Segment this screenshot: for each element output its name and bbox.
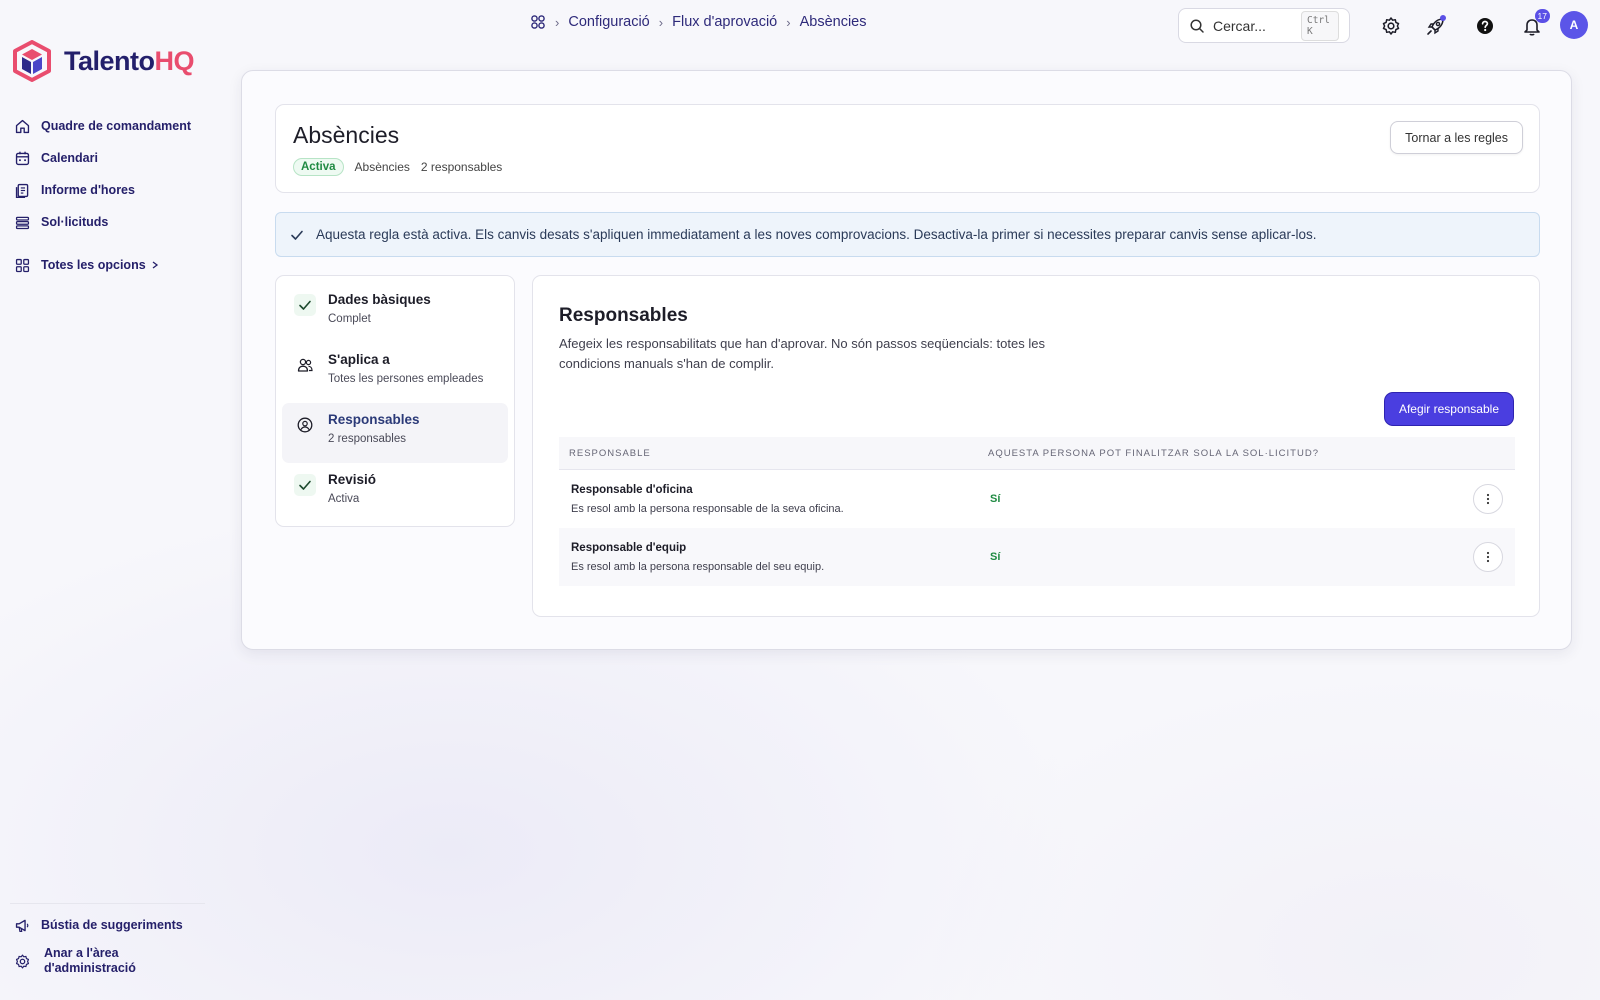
sidebar-item-label: Quadre de comandament	[41, 119, 192, 133]
sidebar-item-dashboard[interactable]: Quadre de comandament	[14, 110, 214, 142]
search-box[interactable]: Ctrl K	[1178, 8, 1350, 43]
row-description: Es resol amb la persona responsable del …	[571, 560, 825, 573]
home-icon	[14, 118, 31, 135]
row-actions-button[interactable]	[1473, 542, 1503, 572]
notifications-count-badge: 17	[1534, 9, 1550, 23]
sidebar-item-calendar[interactable]: Calendari	[14, 142, 214, 174]
breadcrumb-approval-flow[interactable]: Flux d'aprovació	[672, 14, 777, 30]
step-title: S'aplica a	[328, 352, 390, 367]
rule-header: Absències Activa Absències 2 responsable…	[275, 104, 1540, 193]
sidebar-item-label: Calendari	[41, 151, 98, 165]
sidebar-item-label: Bústia de suggeriments	[41, 918, 183, 932]
add-responsable-button[interactable]: Afegir responsable	[1384, 393, 1513, 425]
sidebar-item-admin-area[interactable]: Anar a l'àrea d'administració	[14, 946, 214, 976]
status-badge: Activa	[293, 158, 344, 176]
breadcrumb-configuration[interactable]: Configuració	[568, 14, 649, 30]
responsables-table: RESPONSABLE AQUESTA PERSONA POT FINALITZ…	[559, 437, 1515, 586]
sidebar-item-label: Informe d'hores	[41, 183, 135, 197]
sidebar-item-label: Anar a l'àrea d'administració	[44, 946, 136, 975]
chevron-right-icon: ›	[786, 14, 791, 30]
gear-icon	[14, 953, 31, 970]
onboarding-rocket-button[interactable]	[1422, 12, 1450, 40]
step-subtitle: Totes les persones empleades	[328, 373, 484, 385]
users-icon	[294, 354, 316, 376]
more-vertical-icon	[1486, 493, 1490, 505]
section-description: Afegeix les responsabilitats que han d'a…	[559, 336, 1045, 371]
sidebar-bottom-nav: Bústia de suggeriments Anar a l'àrea d'a…	[14, 910, 214, 976]
step-title: Revisió	[328, 472, 377, 487]
step-title: Dades bàsiques	[328, 292, 431, 307]
row-name: Responsable d'oficina	[571, 483, 693, 496]
chevron-right-icon	[150, 260, 160, 270]
table-header: RESPONSABLE AQUESTA PERSONA POT FINALITZ…	[559, 437, 1515, 470]
sidebar: TalentoHQ Quadre de comandament Calendar…	[0, 0, 220, 1000]
row-can-finalize: Sí	[990, 551, 1001, 563]
cube-logo-icon	[12, 40, 52, 82]
breadcrumb-current: Absències	[799, 14, 867, 30]
grid-icon	[14, 257, 31, 274]
check-icon	[290, 228, 304, 242]
step-subtitle: Complet	[328, 313, 371, 325]
list-icon	[14, 214, 31, 231]
step-responsables[interactable]: Responsables 2 responsables	[282, 403, 508, 463]
step-applies-to[interactable]: S'aplica a Totes les persones empleades	[282, 343, 508, 403]
main-panel: Absències Activa Absències 2 responsable…	[241, 70, 1572, 650]
sidebar-item-all-options[interactable]: Totes les opcions	[14, 249, 214, 281]
brand-name: TalentoHQ	[64, 45, 194, 76]
main-nav: Quadre de comandament Calendari Informe …	[14, 110, 214, 281]
check-icon	[294, 474, 316, 496]
search-icon	[1189, 18, 1205, 34]
help-button[interactable]	[1471, 12, 1499, 40]
chevron-right-icon: ›	[658, 14, 664, 30]
back-to-rules-button[interactable]: Tornar a les regles	[1390, 121, 1523, 154]
user-circle-icon	[294, 414, 316, 436]
step-subtitle: Activa	[328, 493, 360, 505]
info-banner: Aquesta regla està activa. Els canvis de…	[275, 212, 1540, 257]
row-name: Responsable d'equip	[571, 541, 687, 554]
chevron-right-icon: ›	[555, 14, 560, 30]
step-review[interactable]: Revisió Activa	[282, 463, 508, 523]
rule-meta: Activa Absències 2 responsables	[293, 158, 502, 176]
table-row: Responsable d'equip Es resol amb la pers…	[559, 528, 1515, 586]
check-icon	[294, 294, 316, 316]
rocket-badge-dot	[1440, 15, 1446, 21]
megaphone-icon	[14, 917, 31, 934]
banner-text: Aquesta regla està activa. Els canvis de…	[316, 227, 1317, 242]
sidebar-item-label: Totes les opcions	[41, 258, 146, 272]
sidebar-item-suggestions[interactable]: Bústia de suggeriments	[14, 910, 214, 940]
help-icon	[1475, 16, 1495, 36]
brand-logo[interactable]: TalentoHQ	[12, 40, 194, 82]
responsables-count: 2 responsables	[420, 160, 503, 174]
column-header-responsable: RESPONSABLE	[569, 447, 651, 459]
wizard-steps: Dades bàsiques Complet S'aplica a Totes le…	[275, 275, 515, 527]
row-can-finalize: Sí	[990, 493, 1001, 505]
step-title: Responsables	[328, 412, 420, 427]
responsables-section: Responsables Afegeix les responsabilitat…	[532, 275, 1540, 617]
report-icon	[14, 182, 31, 199]
sidebar-item-requests[interactable]: Sol·licituds	[14, 206, 214, 238]
more-vertical-icon	[1486, 551, 1490, 563]
settings-button[interactable]	[1377, 12, 1405, 40]
sidebar-item-label: Sol·licituds	[41, 215, 109, 229]
user-avatar[interactable]: A	[1560, 11, 1588, 39]
step-basic-data[interactable]: Dades bàsiques Complet	[282, 283, 508, 343]
notifications-button[interactable]: 17	[1518, 9, 1550, 40]
table-row: Responsable d'oficina Es resol amb la pe…	[559, 470, 1515, 528]
section-title: Responsables	[559, 305, 688, 326]
row-actions-button[interactable]	[1473, 484, 1503, 514]
page-title: Absències	[293, 122, 400, 148]
apps-grid-icon[interactable]	[530, 14, 546, 30]
search-input[interactable]	[1213, 17, 1293, 34]
step-subtitle: 2 responsables	[328, 433, 406, 445]
column-header-can-finalize: AQUESTA PERSONA POT FINALITZAR SOLA LA S…	[988, 447, 1319, 459]
search-shortcut: Ctrl K	[1301, 10, 1339, 41]
calendar-icon	[14, 150, 31, 167]
rule-category: Absències	[354, 160, 410, 174]
breadcrumb: › Configuració › Flux d'aprovació › Absè…	[530, 14, 866, 30]
sidebar-item-hours-report[interactable]: Informe d'hores	[14, 174, 214, 206]
row-description: Es resol amb la persona responsable de l…	[571, 502, 844, 515]
sidebar-divider	[10, 903, 205, 904]
gear-icon	[1381, 16, 1401, 36]
